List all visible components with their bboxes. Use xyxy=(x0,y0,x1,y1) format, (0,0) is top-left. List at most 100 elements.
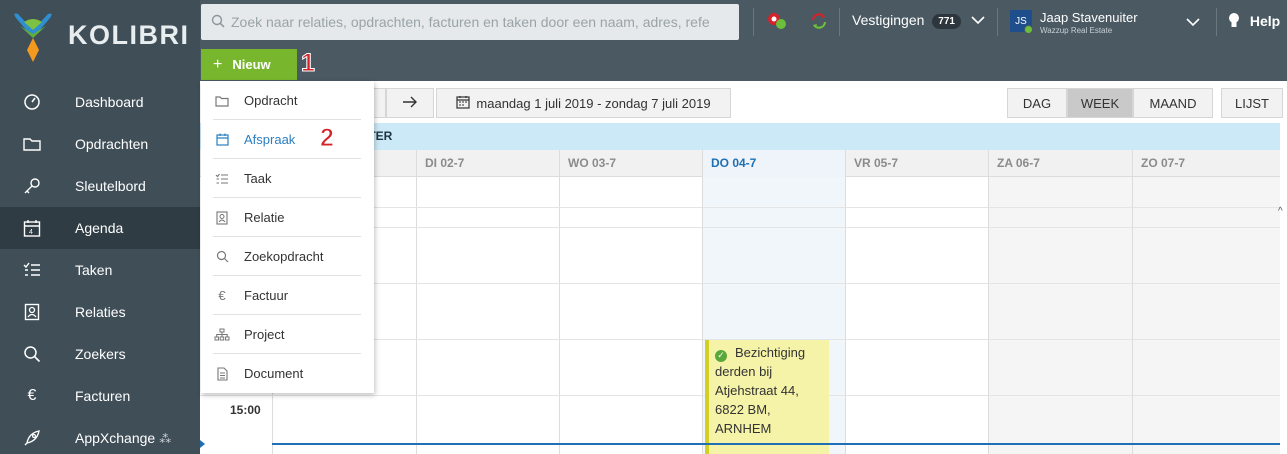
contact-card-icon xyxy=(22,302,42,322)
dropdown-item-label: Opdracht xyxy=(244,93,298,108)
next-week-button[interactable] xyxy=(386,88,434,118)
date-range-label: maandag 1 juli 2019 - zondag 7 juli 2019 xyxy=(476,95,711,111)
notifications-icon[interactable] xyxy=(766,11,788,34)
sidebar-item-label: Facturen xyxy=(75,388,131,404)
checklist-icon xyxy=(22,260,42,280)
sidebar-item-label: Opdrachten xyxy=(75,136,149,152)
dropdown-item-label: Taak xyxy=(244,171,272,186)
search-icon xyxy=(213,250,231,263)
sidebar-nav: Dashboard Opdrachten Sleutelbord 4 Agend… xyxy=(0,81,200,454)
sparkle-icon: ⁂ xyxy=(159,432,171,446)
sidebar: KOLIBRI Dashboard Opdrachten Sleutelbord… xyxy=(0,0,200,454)
sidebar-item-label: Taken xyxy=(75,262,113,278)
euro-icon: € xyxy=(218,288,226,303)
vestigingen-label: Vestigingen xyxy=(852,12,925,28)
dropdown-item-opdracht[interactable]: Opdracht xyxy=(201,81,374,120)
sidebar-item-dashboard[interactable]: Dashboard xyxy=(0,81,200,123)
sidebar-item-sleutelbord[interactable]: Sleutelbord xyxy=(0,165,200,207)
vestigingen-selector[interactable]: Vestigingen 771 xyxy=(852,12,985,29)
kolibri-logo-icon xyxy=(10,8,56,64)
day-column[interactable] xyxy=(559,177,702,454)
dropdown-item-label: Factuur xyxy=(244,288,289,303)
dropdown-item-document[interactable]: Document xyxy=(201,354,374,393)
dropdown-item-label: Project xyxy=(244,327,285,342)
new-button[interactable]: + Nieuw xyxy=(201,49,297,80)
sidebar-item-label: Sleutelbord xyxy=(75,178,146,194)
search-icon xyxy=(22,344,42,364)
org-chart-icon xyxy=(213,328,231,341)
day-header[interactable]: ZA 06-7 xyxy=(988,150,1132,177)
arrow-right-icon xyxy=(402,96,418,111)
gauge-icon xyxy=(22,92,42,112)
sidebar-item-taken[interactable]: Taken xyxy=(0,249,200,291)
euro-icon: € xyxy=(27,387,37,404)
app-logo[interactable]: KOLIBRI xyxy=(10,8,190,64)
day-column-weekend[interactable] xyxy=(1132,177,1280,454)
rocket-icon xyxy=(22,428,42,448)
user-menu-chevron-down-icon[interactable] xyxy=(1186,15,1200,30)
time-label: 15:00 xyxy=(230,403,261,417)
dropdown-item-afspraak[interactable]: Afspraak xyxy=(201,120,374,159)
divider xyxy=(997,8,998,36)
svg-text:4: 4 xyxy=(29,229,33,236)
prev-week-button[interactable] xyxy=(374,88,386,118)
day-header[interactable]: ZO 07-7 xyxy=(1132,150,1280,177)
sidebar-item-opdrachten[interactable]: Opdrachten xyxy=(0,123,200,165)
plus-icon: + xyxy=(213,55,223,73)
sidebar-item-facturen[interactable]: € Facturen xyxy=(0,375,200,417)
view-month-button[interactable]: MAAND xyxy=(1133,88,1213,118)
appxchange-label: AppXchange xyxy=(75,430,156,446)
sidebar-item-agenda[interactable]: 4 Agenda xyxy=(0,207,200,249)
search-input[interactable] xyxy=(231,14,721,30)
help-label: Help xyxy=(1249,13,1281,29)
scroll-up-icon[interactable]: ^ xyxy=(1278,206,1283,217)
dropdown-item-zoekopdracht[interactable]: Zoekopdracht xyxy=(201,237,374,276)
view-list-button[interactable]: LIJST xyxy=(1221,88,1283,118)
sidebar-item-label: Dashboard xyxy=(75,94,144,110)
dropdown-item-factuur[interactable]: € Factuur xyxy=(201,276,374,315)
day-header[interactable]: DI 02-7 xyxy=(416,150,559,177)
chevron-down-icon xyxy=(971,12,985,28)
user-name[interactable]: Jaap Stavenuiter xyxy=(1040,10,1138,25)
sync-icon[interactable] xyxy=(810,11,828,34)
sidebar-item-label: Agenda xyxy=(75,220,124,236)
step-callout-2: 2 xyxy=(320,124,335,153)
contact-card-icon xyxy=(213,210,231,225)
day-header[interactable]: VR 05-7 xyxy=(845,150,988,177)
online-status-icon xyxy=(1024,25,1033,34)
current-time-line xyxy=(272,443,1280,445)
dropdown-item-project[interactable]: Project xyxy=(201,315,374,354)
view-week-button[interactable]: WEEK xyxy=(1067,88,1133,118)
sidebar-item-label: AppXchange ⁂ xyxy=(75,430,171,446)
sidebar-item-zoekers[interactable]: Zoekers xyxy=(0,333,200,375)
dropdown-item-relatie[interactable]: Relatie xyxy=(201,198,374,237)
day-column[interactable] xyxy=(416,177,559,454)
day-column-weekend[interactable] xyxy=(988,177,1132,454)
dropdown-item-taak[interactable]: Taak xyxy=(201,159,374,198)
day-header[interactable]: WO 03-7 xyxy=(559,150,702,177)
calendar-icon: 4 xyxy=(22,218,42,238)
current-time-marker-icon xyxy=(200,440,205,448)
new-button-label: Nieuw xyxy=(232,57,271,72)
day-column[interactable] xyxy=(845,177,988,454)
search-icon xyxy=(211,14,225,31)
day-header-today[interactable]: DO 04-7 xyxy=(702,150,845,177)
date-range-picker[interactable]: maandag 1 juli 2019 - zondag 7 juli 2019 xyxy=(436,88,731,118)
dropdown-item-label: Relatie xyxy=(244,210,285,225)
help-button[interactable]: Help xyxy=(1228,12,1280,29)
view-day-button[interactable]: DAG xyxy=(1007,88,1067,118)
calendar-icon xyxy=(213,133,231,146)
checkmark-icon: ✓ xyxy=(715,349,727,362)
grid-line xyxy=(272,227,1280,228)
divider xyxy=(839,8,840,36)
topbar: Vestigingen 771 JS Jaap Stavenuiter Wazz… xyxy=(200,0,1287,81)
sidebar-item-relaties[interactable]: Relaties xyxy=(0,291,200,333)
global-search[interactable] xyxy=(201,4,739,40)
sidebar-item-appxchange[interactable]: AppXchange ⁂ xyxy=(0,417,200,454)
dropdown-item-label: Afspraak xyxy=(244,132,296,147)
folder-icon xyxy=(213,95,231,107)
lightbulb-icon xyxy=(1228,13,1244,29)
calendar-event[interactable]: ✓ Bezichtiging derden bij Atjehstraat 44,… xyxy=(705,340,829,454)
user-organization: Wazzup Real Estate xyxy=(1040,26,1113,35)
vestigingen-count-badge: 771 xyxy=(932,14,961,29)
